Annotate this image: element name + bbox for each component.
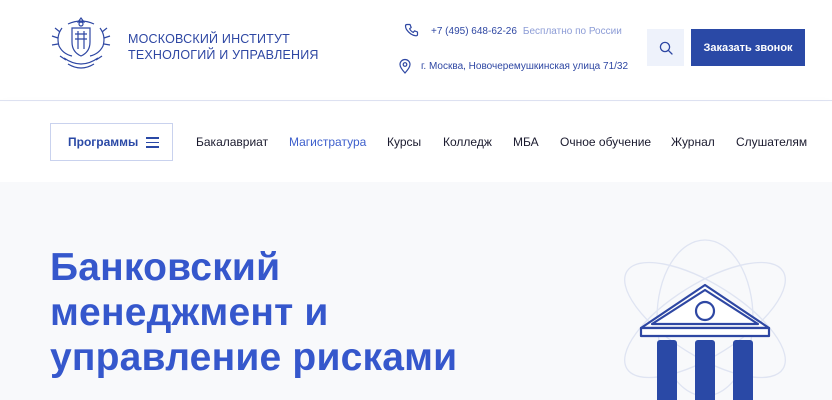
nav-item-mba[interactable]: МБА: [513, 135, 539, 149]
phone-note: Бесплатно по России: [522, 25, 622, 37]
bank-building-icon: [624, 239, 786, 400]
nav-item-journal[interactable]: Журнал: [671, 135, 715, 149]
programs-label: Программы: [68, 135, 139, 149]
nav-item-students[interactable]: Слушателям: [736, 135, 807, 149]
hero-title-line3: управление рисками: [50, 336, 458, 379]
search-button[interactable]: [647, 29, 684, 66]
hero-section: Банковский менеджмент и управление риска…: [0, 182, 832, 400]
hero-title-line1: Банковский: [50, 246, 281, 289]
phone-link[interactable]: +7 (495) 648-62-26: [431, 26, 517, 37]
org-name-line1: МОСКОВСКИЙ ИНСТИТУТ: [128, 32, 290, 46]
phone-icon: [404, 23, 419, 37]
order-call-button[interactable]: Заказать звонок: [691, 29, 805, 66]
programs-button[interactable]: Программы: [50, 123, 173, 161]
phone-row: +7 (495) 648-62-26 Бесплатно по России: [404, 21, 622, 41]
nav-item-courses[interactable]: Курсы: [387, 135, 421, 149]
nav-item-college[interactable]: Колледж: [443, 135, 492, 149]
coat-of-arms-icon[interactable]: [50, 14, 112, 76]
address-text: г. Москва, Новочеремушкинская улица 71/3…: [421, 60, 629, 72]
org-name[interactable]: МОСКОВСКИЙ ИНСТИТУТ ТЕХНОЛОГИЙ И УПРАВЛЕ…: [128, 31, 328, 63]
search-icon: [659, 41, 673, 55]
main-nav: Программы Бакалавриат Магистратура Курсы…: [0, 102, 832, 182]
org-name-line2: ТЕХНОЛОГИЙ И УПРАВЛЕНИЯ: [128, 48, 319, 62]
address-row: г. Москва, Новочеремушкинская улица 71/3…: [397, 56, 628, 76]
hero-title-line2: менеджмент и: [50, 291, 329, 334]
nav-item-bachelor[interactable]: Бакалавриат: [196, 135, 268, 149]
hero-title: Банковский менеджмент и управление риска…: [50, 245, 457, 380]
hamburger-icon: [146, 137, 159, 148]
top-header: МОСКОВСКИЙ ИНСТИТУТ ТЕХНОЛОГИЙ И УПРАВЛЕ…: [0, 0, 832, 101]
nav-item-full-time[interactable]: Очное обучение: [560, 135, 651, 149]
map-pin-icon: [399, 58, 411, 74]
nav-item-master[interactable]: Магистратура: [289, 135, 366, 149]
